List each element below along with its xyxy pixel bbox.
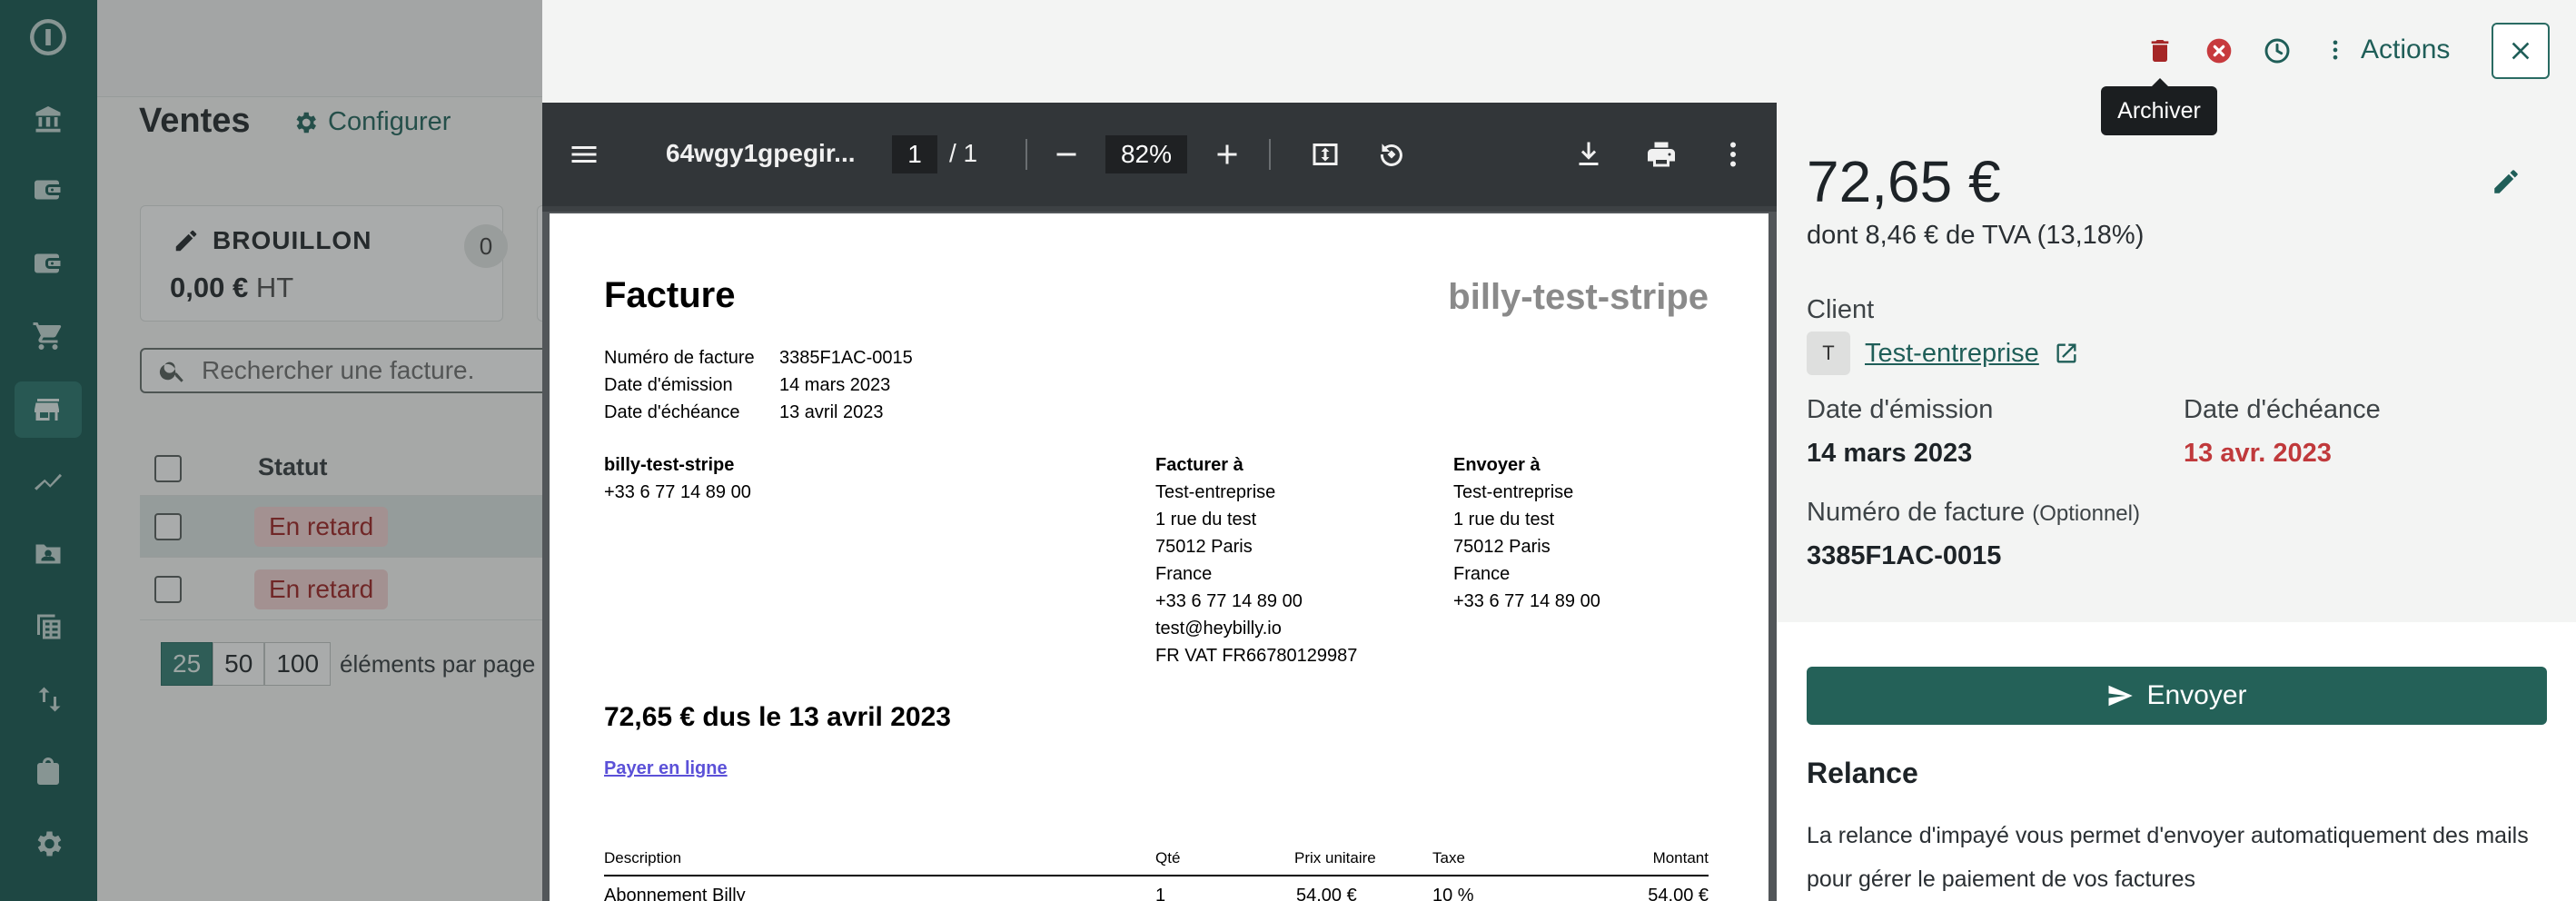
invoice-document: Facture billy-test-stripe Numéro de fact… xyxy=(550,213,1769,901)
vat-line: dont 8,46 € de TVA (13,18%) xyxy=(1807,221,2145,250)
col-amount: Montant xyxy=(1652,849,1709,866)
page-total: / 1 xyxy=(949,139,978,167)
invoice-total: 72,65 € xyxy=(1807,149,2001,214)
rotate-icon[interactable] xyxy=(1372,135,1411,173)
menu-icon[interactable] xyxy=(565,135,603,173)
toolbar-divider xyxy=(1269,139,1271,170)
invoice-title: Facture xyxy=(604,275,736,315)
client-label: Client xyxy=(1807,295,1875,324)
archive-button[interactable] xyxy=(2140,31,2180,71)
fit-page-icon[interactable] xyxy=(1306,135,1344,173)
pdf-file-name: 64wgy1gpegir... xyxy=(666,139,856,167)
bill-to-block: Facturer à Test-entreprise 1 rue du test… xyxy=(1155,451,1357,669)
close-circle-icon xyxy=(2206,38,2232,64)
invoice-number-label: Numéro de facture (Optionnel) xyxy=(1807,498,2140,528)
address-line: 75012 Paris xyxy=(1453,537,1551,557)
toolbar-divider xyxy=(1025,139,1027,170)
client-row: T Test-entreprise xyxy=(1807,332,2079,375)
invoice-due-line: 72,65 € dus le 13 avril 2023 xyxy=(604,702,951,732)
external-link-icon[interactable] xyxy=(2054,341,2079,366)
address-line: France xyxy=(1453,564,1511,584)
seller-block: billy-test-stripe +33 6 77 14 89 00 xyxy=(604,451,751,506)
issue-date-label: Date d'émission xyxy=(1807,395,1994,424)
line-unit-price: 54,00 € xyxy=(1296,886,1357,901)
address-line: 75012 Paris xyxy=(1155,537,1253,557)
invoice-number-value: 3385F1AC-0015 xyxy=(1807,541,2002,570)
drawer-toolbar: Actions xyxy=(542,0,2576,103)
invoice-number-label-text: Numéro de facture xyxy=(1807,498,2026,527)
client-link[interactable]: Test-entreprise xyxy=(1865,339,2039,369)
edit-amount-button[interactable] xyxy=(2491,166,2523,199)
zoom-in-icon[interactable] xyxy=(1208,135,1246,173)
reminder-title: Relance xyxy=(1807,757,1918,789)
more-vertical-icon[interactable] xyxy=(1714,135,1752,173)
address-line: Test-entreprise xyxy=(1453,482,1574,502)
close-icon xyxy=(2512,42,2530,60)
meta-key: Date d'émission xyxy=(604,375,733,395)
meta-row: Numéro de facture 3385F1AC-0015 xyxy=(604,344,913,371)
history-button[interactable] xyxy=(2257,31,2297,71)
meta-row: Date d'échéance 13 avril 2023 xyxy=(604,399,913,426)
ship-to-heading: Envoyer à xyxy=(1453,455,1541,475)
meta-row: Date d'émission 14 mars 2023 xyxy=(604,371,913,399)
table-rule xyxy=(604,875,1709,876)
trash-icon xyxy=(2151,40,2169,62)
pencil-icon xyxy=(2494,170,2518,193)
invoice-details-panel: 72,65 € dont 8,46 € de TVA (13,18%) Clie… xyxy=(1777,103,2576,901)
address-line: France xyxy=(1155,564,1213,584)
address-line: +33 6 77 14 89 00 xyxy=(1453,591,1600,611)
reminder-description: La relance d'impayé vous permet d'envoye… xyxy=(1807,823,2529,892)
optional-tag: (Optionnel) xyxy=(2032,501,2140,526)
actions-menu-button[interactable]: Actions xyxy=(2323,27,2450,73)
seller-name: billy-test-stripe xyxy=(604,455,735,475)
col-unit-price: Prix unitaire xyxy=(1294,849,1376,866)
actions-label: Actions xyxy=(2361,35,2451,64)
print-icon[interactable] xyxy=(1642,135,1680,173)
meta-value: 13 avril 2023 xyxy=(779,402,884,422)
page-number-input[interactable]: 1 xyxy=(892,135,937,173)
toolbar-shadow xyxy=(542,206,1777,212)
meta-key: Date d'échéance xyxy=(604,402,740,422)
zoom-level[interactable]: 82% xyxy=(1105,135,1187,173)
bill-to-heading: Facturer à xyxy=(1155,455,1243,475)
col-tax: Taxe xyxy=(1432,849,1465,866)
send-button[interactable]: Envoyer xyxy=(1807,667,2547,725)
issue-date-value: 14 mars 2023 xyxy=(1807,439,1973,468)
seller-phone: +33 6 77 14 89 00 xyxy=(604,482,751,502)
line-qty: 1 xyxy=(1155,886,1166,901)
address-line: +33 6 77 14 89 00 xyxy=(1155,591,1303,611)
line-amount: 54,00 € xyxy=(1648,886,1709,901)
clock-icon xyxy=(2264,38,2290,64)
zoom-out-icon[interactable] xyxy=(1047,135,1085,173)
line-description: Abonnement Billy xyxy=(604,886,746,901)
pdf-toolbar: 64wgy1gpegir... 1 / 1 82% xyxy=(542,103,1777,206)
col-qty: Qté xyxy=(1155,849,1181,866)
archive-tooltip: Archiver xyxy=(2101,78,2217,135)
meta-value: 3385F1AC-0015 xyxy=(779,348,913,368)
address-line: 1 rue du test xyxy=(1453,510,1555,530)
col-description: Description xyxy=(604,849,682,866)
meta-key: Numéro de facture xyxy=(604,348,755,368)
meta-value: 14 mars 2023 xyxy=(779,375,891,395)
close-drawer-button[interactable] xyxy=(2492,23,2550,79)
invoice-meta: Numéro de facture 3385F1AC-0015 Date d'ém… xyxy=(604,344,913,426)
cancel-invoice-button[interactable] xyxy=(2199,31,2239,71)
invoice-drawer: Actions 64wgy1gpegir... 1 / 1 82% Factur… xyxy=(542,0,2576,901)
due-date-label: Date d'échéance xyxy=(2184,395,2381,424)
line-tax: 10 % xyxy=(1432,886,1474,901)
download-icon[interactable] xyxy=(1570,135,1608,173)
invoice-brand: billy-test-stripe xyxy=(1448,277,1709,317)
address-line: Test-entreprise xyxy=(1155,482,1276,502)
more-vertical-icon xyxy=(2333,40,2338,60)
address-line: FR VAT FR66780129987 xyxy=(1155,646,1358,666)
pay-online-link[interactable]: Payer en ligne xyxy=(604,758,728,779)
address-line: test@heybilly.io xyxy=(1155,619,1282,639)
due-date-value: 13 avr. 2023 xyxy=(2184,439,2332,468)
send-icon xyxy=(2108,685,2134,707)
avatar: T xyxy=(1807,332,1850,375)
address-line: 1 rue du test xyxy=(1155,510,1257,530)
ship-to-block: Envoyer à Test-entreprise 1 rue du test … xyxy=(1453,451,1600,615)
pdf-viewer: 64wgy1gpegir... 1 / 1 82% Facture billy-… xyxy=(542,103,1777,901)
send-label: Envoyer xyxy=(2146,680,2247,710)
